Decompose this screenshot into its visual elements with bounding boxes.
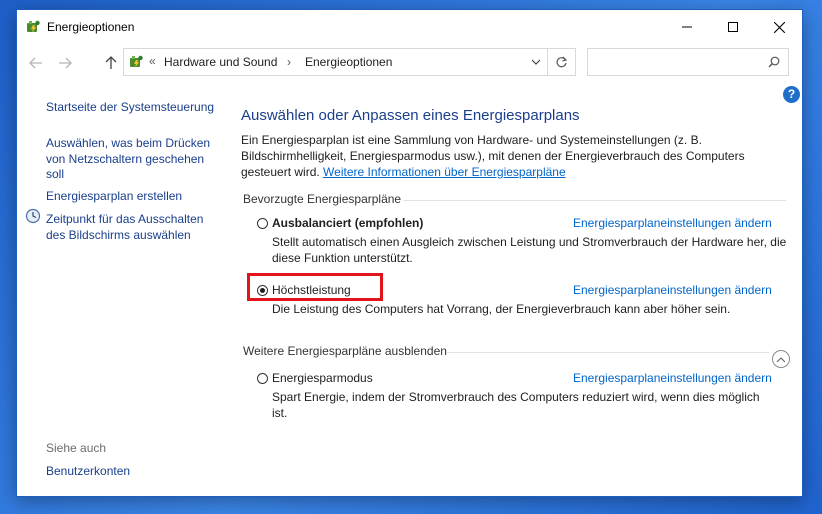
plan-power-saver-radio[interactable] [257, 373, 268, 384]
refresh-icon [556, 56, 568, 67]
breadcrumb-overflow[interactable]: « [149, 54, 156, 68]
selection-highlight-annotation [247, 273, 383, 301]
sidebar-link-create-plan[interactable]: Energiesparplan erstellen [46, 189, 182, 205]
breadcrumb-power-options[interactable]: Energieoptionen [305, 55, 392, 69]
breadcrumb-hardware-and-sound[interactable]: Hardware und Sound [164, 55, 277, 69]
power-options-icon [27, 20, 40, 33]
change-plan-settings-link[interactable]: Energiesparplaneinstellungen ändern [573, 216, 772, 230]
sidebar-link-user-accounts[interactable]: Benutzerkonten [46, 464, 130, 480]
plan-name[interactable]: Ausbalanciert (empfohlen) [272, 216, 423, 230]
address-bar[interactable]: « Hardware und Sound › Energieoptionen [123, 48, 548, 76]
change-plan-settings-link[interactable]: Energiesparplaneinstellungen ändern [573, 371, 772, 385]
collapse-hidden-plans-button[interactable] [772, 350, 790, 368]
hidden-plans-heading[interactable]: Weitere Energiesparpläne ausblenden [243, 344, 447, 358]
sidebar-link-control-panel-home[interactable]: Startseite der Systemsteuerung [46, 100, 214, 116]
chevron-down-icon[interactable] [531, 58, 541, 66]
change-plan-settings-link[interactable]: Energiesparplaneinstellungen ändern [573, 283, 772, 297]
preferred-plans-heading: Bevorzugte Energiesparpläne [243, 192, 402, 206]
more-info-link[interactable]: Weitere Informationen über Energiesparpl… [323, 165, 566, 179]
arrow-right-icon [59, 57, 72, 69]
control-panel-window: Energieoptionen « Hardware und Sound › E… [16, 9, 803, 497]
sidebar-link-power-buttons[interactable]: Auswählen, was beim Drücken von Netzscha… [46, 136, 216, 183]
plan-name[interactable]: Energiesparmodus [272, 371, 373, 385]
back-button[interactable] [25, 52, 47, 74]
plan-description: Die Leistung des Computers hat Vorrang, … [272, 302, 731, 316]
breadcrumb-separator[interactable]: › [287, 55, 291, 69]
forward-button[interactable] [54, 52, 76, 74]
minimize-button[interactable] [664, 10, 710, 44]
title-bar[interactable]: Energieoptionen [17, 10, 802, 44]
maximize-button[interactable] [710, 10, 756, 44]
up-button[interactable] [100, 52, 122, 74]
plan-description: Stellt automatisch einen Ausgleich zwisc… [272, 235, 787, 265]
power-options-icon [130, 55, 143, 68]
arrow-up-icon [105, 56, 117, 69]
chevron-up-icon [776, 356, 786, 362]
navigation-bar: « Hardware und Sound › Energieoptionen [17, 44, 802, 80]
refresh-button[interactable] [548, 48, 576, 76]
plan-description: Spart Energie, indem der Stromverbrauch … [272, 390, 760, 420]
sidebar: Startseite der Systemsteuerung Auswählen… [17, 80, 227, 496]
sidebar-link-display-timeout[interactable]: Zeitpunkt für das Ausschalten des Bildsc… [46, 212, 216, 243]
close-icon [773, 21, 785, 33]
arrow-left-icon [29, 57, 42, 69]
minimize-icon [682, 26, 692, 28]
close-button[interactable] [756, 10, 802, 44]
see-also-heading: Siehe auch [46, 441, 107, 455]
page-title: Auswählen oder Anpassen eines Energiespa… [241, 107, 580, 124]
maximize-icon [728, 22, 738, 32]
search-input[interactable] [587, 48, 789, 76]
section-divider [447, 352, 769, 353]
search-icon [768, 56, 780, 68]
plan-balanced-radio[interactable] [257, 218, 268, 229]
section-divider [403, 200, 786, 201]
monitor-clock-icon [25, 208, 41, 224]
window-title: Energieoptionen [47, 20, 135, 34]
page-description: Ein Energiesparplan ist eine Sammlung vo… [241, 132, 796, 180]
